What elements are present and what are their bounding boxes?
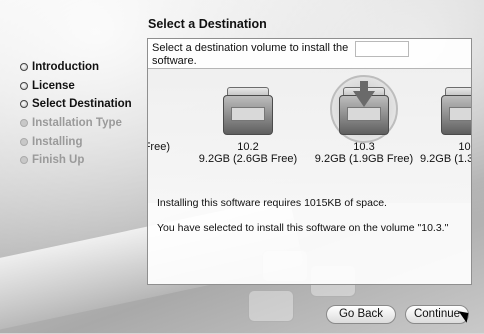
selected-volume-text: You have selected to install this softwa… xyxy=(157,222,449,234)
step-bullet-icon xyxy=(20,63,28,72)
space-required-text: Installing this software requires 1015KB… xyxy=(157,197,387,209)
step-license: License xyxy=(20,77,150,96)
step-bullet-icon xyxy=(20,156,28,165)
volume-name: 10. xyxy=(458,141,471,153)
step-finish-up: Finish Up xyxy=(20,151,150,170)
page-title: Select a Destination xyxy=(148,17,267,31)
volume-item-selected[interactable]: 10.3 9.2GB (1.9GB Free) xyxy=(314,75,414,165)
go-back-button[interactable]: Go Back xyxy=(326,305,396,324)
steps-sidebar: Introduction License Select Destination … xyxy=(20,58,150,170)
background-key xyxy=(248,290,294,322)
volume-size: 9.2GB (1.3 xyxy=(420,153,471,165)
volume-item[interactable]: 10. 9.2GB (1.3 xyxy=(416,79,471,165)
hard-drive-icon xyxy=(441,87,471,135)
step-label: Select Destination xyxy=(32,98,132,111)
step-bullet-icon xyxy=(20,137,28,146)
step-select-destination: Select Destination xyxy=(20,95,150,114)
install-arrow-icon xyxy=(353,91,375,107)
volume-size: 4GB Free) xyxy=(148,141,170,153)
step-installing: Installing xyxy=(20,132,150,151)
step-label: Installation Type xyxy=(32,117,122,130)
step-bullet-icon xyxy=(20,81,28,90)
volume-strip[interactable]: 4GB Free) 10.2 9.2GB (2.6GB Free) 10.3 9… xyxy=(148,69,471,203)
info-text: Installing this software requires 1015KB… xyxy=(157,197,467,247)
volume-size: 9.2GB (1.9GB Free) xyxy=(314,153,414,165)
volume-item[interactable]: 4GB Free) xyxy=(148,79,170,153)
volume-item[interactable]: 10.2 9.2GB (2.6GB Free) xyxy=(198,79,298,165)
prompt-highlight-box xyxy=(355,41,409,57)
continue-button[interactable]: Continue xyxy=(405,305,469,324)
volume-size: 9.2GB (2.6GB Free) xyxy=(198,153,298,165)
step-introduction: Introduction xyxy=(20,58,150,77)
step-label: Finish Up xyxy=(32,154,85,167)
step-installation-type: Installation Type xyxy=(20,114,150,133)
hard-drive-icon xyxy=(339,81,389,135)
step-bullet-icon xyxy=(20,119,28,128)
destination-panel: Select a destination volume to install t… xyxy=(147,38,472,285)
destination-prompt: Select a destination volume to install t… xyxy=(152,42,349,67)
step-bullet-icon xyxy=(20,100,28,109)
step-label: Introduction xyxy=(32,61,100,74)
step-label: Installing xyxy=(32,135,83,148)
step-label: License xyxy=(32,79,75,92)
volume-name: 10.2 xyxy=(237,141,259,153)
hard-drive-icon xyxy=(223,87,273,135)
